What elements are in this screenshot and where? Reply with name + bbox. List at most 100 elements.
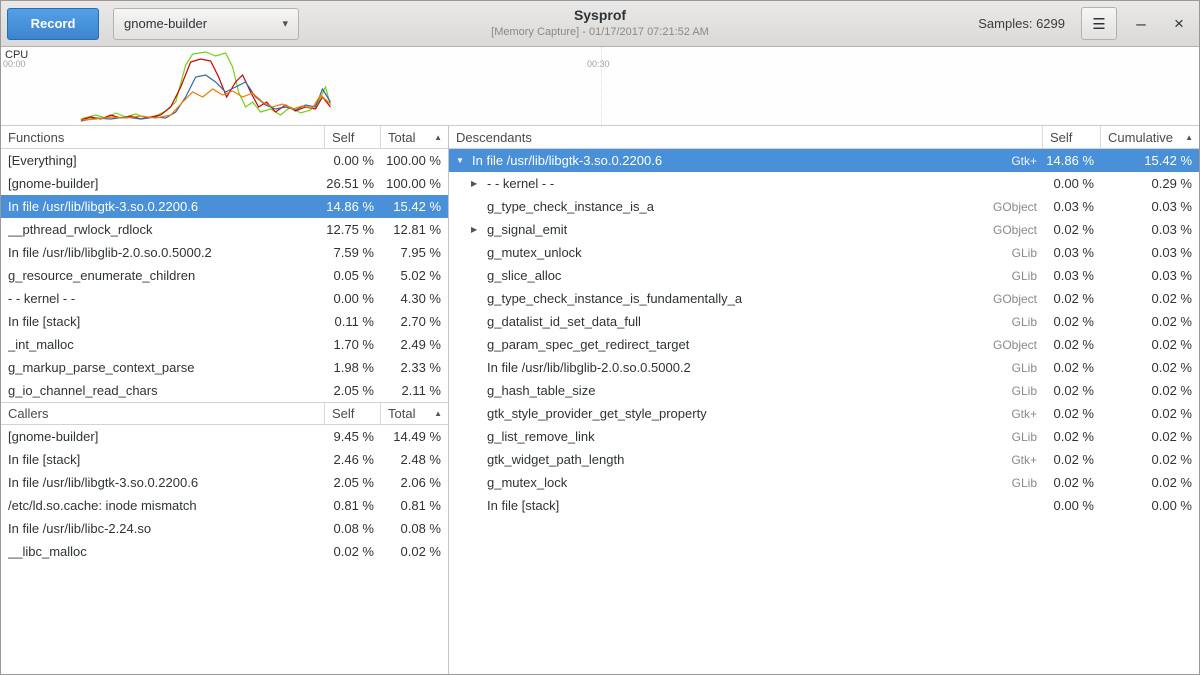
- function-self-percent: 12.75 %: [325, 222, 381, 237]
- descendant-row[interactable]: g_param_spec_get_redirect_target GObject…: [449, 333, 1199, 356]
- function-row[interactable]: __pthread_rwlock_rdlock 12.75 % 12.81 %: [1, 218, 448, 241]
- function-self-percent: 0.00 %: [325, 291, 381, 306]
- function-name-cell: In file /usr/lib/libglib-2.0.so.0.5000.2: [1, 245, 325, 260]
- descendant-name: - - kernel - -: [487, 176, 554, 191]
- function-row[interactable]: [Everything] 0.00 % 100.00 %: [1, 149, 448, 172]
- descendant-row[interactable]: ▼ In file /usr/lib/libgtk-3.so.0.2200.6 …: [449, 149, 1199, 172]
- caller-name: /etc/ld.so.cache: inode mismatch: [8, 498, 197, 513]
- function-total-percent: 5.02 %: [381, 268, 448, 283]
- descendant-row[interactable]: ▶ - - kernel - - 0.00 % 0.29 %: [449, 172, 1199, 195]
- descendant-category: GLib: [1002, 384, 1043, 398]
- menu-button[interactable]: ☰: [1081, 7, 1117, 40]
- function-name-cell: _int_malloc: [1, 337, 325, 352]
- caller-self-percent: 2.05 %: [325, 475, 381, 490]
- hamburger-menu-icon: ☰: [1092, 15, 1105, 33]
- descendants-column-header[interactable]: Descendants: [449, 126, 1043, 148]
- function-name: _int_malloc: [8, 337, 74, 352]
- caller-row[interactable]: In file [stack] 2.46 % 2.48 %: [1, 448, 448, 471]
- descendant-name: g_param_spec_get_redirect_target: [487, 337, 689, 352]
- cpu-usage-graph[interactable]: CPU 00:00 00:30: [1, 47, 1199, 126]
- descendant-row[interactable]: In file /usr/lib/libglib-2.0.so.0.5000.2…: [449, 356, 1199, 379]
- descendant-cumulative-percent: 0.00 %: [1101, 498, 1199, 513]
- callers-total-column-header[interactable]: Total ▲: [381, 403, 448, 424]
- function-row[interactable]: In file /usr/lib/libgtk-3.so.0.2200.6 14…: [1, 195, 448, 218]
- descendant-name: In file /usr/lib/libgtk-3.so.0.2200.6: [472, 153, 662, 168]
- descendant-name-cell: In file [stack]: [449, 498, 1043, 513]
- tree-expander-icon[interactable]: ▶: [471, 179, 487, 188]
- descendant-self-percent: 0.03 %: [1043, 268, 1101, 283]
- process-selector-dropdown[interactable]: gnome-builder ▾: [113, 8, 299, 40]
- descendants-self-column-header[interactable]: Self: [1043, 126, 1101, 148]
- function-name: g_markup_parse_context_parse: [8, 360, 194, 375]
- function-name-cell: g_resource_enumerate_children: [1, 268, 325, 283]
- functions-self-column-header[interactable]: Self: [325, 126, 381, 148]
- function-row[interactable]: _int_malloc 1.70 % 2.49 %: [1, 333, 448, 356]
- descendant-category: GLib: [1002, 269, 1043, 283]
- callers-column-header[interactable]: Callers: [1, 403, 325, 424]
- function-total-percent: 2.70 %: [381, 314, 448, 329]
- header-right-controls: Samples: 6299 ☰ – ×: [978, 7, 1193, 40]
- descendant-cumulative-percent: 0.02 %: [1101, 337, 1199, 352]
- descendant-row[interactable]: g_slice_alloc GLib 0.03 % 0.03 %: [449, 264, 1199, 287]
- descendant-row[interactable]: g_type_check_instance_is_a GObject 0.03 …: [449, 195, 1199, 218]
- functions-column-header[interactable]: Functions: [1, 126, 325, 148]
- descendant-row[interactable]: In file [stack] 0.00 % 0.00 %: [449, 494, 1199, 517]
- caller-name-cell: In file [stack]: [1, 452, 325, 467]
- function-row[interactable]: g_resource_enumerate_children 0.05 % 5.0…: [1, 264, 448, 287]
- function-name-cell: g_io_channel_read_chars: [1, 383, 325, 398]
- descendants-pane: Descendants Self Cumulative ▲ ▼ In file …: [449, 126, 1199, 674]
- descendant-row[interactable]: ▶ g_signal_emit GObject 0.02 % 0.03 %: [449, 218, 1199, 241]
- descendant-row[interactable]: gtk_widget_path_length Gtk+ 0.02 % 0.02 …: [449, 448, 1199, 471]
- descendant-name: gtk_style_provider_get_style_property: [487, 406, 707, 421]
- function-row[interactable]: g_io_channel_read_chars 2.05 % 2.11 %: [1, 379, 448, 402]
- function-self-percent: 0.05 %: [325, 268, 381, 283]
- caller-row[interactable]: In file /usr/lib/libc-2.24.so 0.08 % 0.0…: [1, 517, 448, 540]
- caller-row[interactable]: /etc/ld.so.cache: inode mismatch 0.81 % …: [1, 494, 448, 517]
- minimize-button[interactable]: –: [1127, 10, 1155, 38]
- descendants-rows: ▼ In file /usr/lib/libgtk-3.so.0.2200.6 …: [449, 149, 1199, 517]
- descendants-cumulative-column-header[interactable]: Cumulative ▲: [1101, 126, 1199, 148]
- close-button[interactable]: ×: [1165, 10, 1193, 38]
- function-total-percent: 7.95 %: [381, 245, 448, 260]
- descendant-row[interactable]: g_mutex_unlock GLib 0.03 % 0.03 %: [449, 241, 1199, 264]
- function-row[interactable]: g_markup_parse_context_parse 1.98 % 2.33…: [1, 356, 448, 379]
- descendant-row[interactable]: g_datalist_id_set_data_full GLib 0.02 % …: [449, 310, 1199, 333]
- caller-self-percent: 9.45 %: [325, 429, 381, 444]
- descendant-self-percent: 0.02 %: [1043, 429, 1101, 444]
- caller-row[interactable]: [gnome-builder] 9.45 % 14.49 %: [1, 425, 448, 448]
- header-bar: Record gnome-builder ▾ Sysprof [Memory C…: [1, 1, 1199, 47]
- caller-self-percent: 0.81 %: [325, 498, 381, 513]
- function-row[interactable]: - - kernel - - 0.00 % 4.30 %: [1, 287, 448, 310]
- descendant-row[interactable]: g_list_remove_link GLib 0.02 % 0.02 %: [449, 425, 1199, 448]
- caller-row[interactable]: In file /usr/lib/libgtk-3.so.0.2200.6 2.…: [1, 471, 448, 494]
- sysprof-window: Record gnome-builder ▾ Sysprof [Memory C…: [0, 0, 1200, 675]
- record-button[interactable]: Record: [7, 8, 99, 40]
- descendant-row[interactable]: g_hash_table_size GLib 0.02 % 0.02 %: [449, 379, 1199, 402]
- descendant-category: GLib: [1002, 476, 1043, 490]
- caller-row[interactable]: __libc_malloc 0.02 % 0.02 %: [1, 540, 448, 563]
- descendant-self-percent: 0.02 %: [1043, 222, 1101, 237]
- descendant-cumulative-percent: 0.29 %: [1101, 176, 1199, 191]
- function-total-percent: 2.11 %: [381, 383, 448, 398]
- function-name: [gnome-builder]: [8, 176, 98, 191]
- function-total-percent: 2.33 %: [381, 360, 448, 375]
- descendant-name-cell: g_hash_table_size GLib: [449, 383, 1043, 398]
- function-row[interactable]: In file [stack] 0.11 % 2.70 %: [1, 310, 448, 333]
- function-total-percent: 100.00 %: [381, 153, 448, 168]
- function-row[interactable]: [gnome-builder] 26.51 % 100.00 %: [1, 172, 448, 195]
- function-name: __pthread_rwlock_rdlock: [8, 222, 153, 237]
- caller-total-percent: 0.81 %: [381, 498, 448, 513]
- descendant-name: g_mutex_unlock: [487, 245, 582, 260]
- function-row[interactable]: In file /usr/lib/libglib-2.0.so.0.5000.2…: [1, 241, 448, 264]
- function-self-percent: 0.11 %: [325, 314, 381, 329]
- caller-name: In file /usr/lib/libc-2.24.so: [8, 521, 151, 536]
- functions-total-column-header[interactable]: Total ▲: [381, 126, 448, 148]
- descendant-row[interactable]: gtk_style_provider_get_style_property Gt…: [449, 402, 1199, 425]
- tree-expander-icon[interactable]: ▶: [471, 225, 487, 234]
- function-name-cell: - - kernel - -: [1, 291, 325, 306]
- function-name-cell: [gnome-builder]: [1, 176, 325, 191]
- descendant-row[interactable]: g_mutex_lock GLib 0.02 % 0.02 %: [449, 471, 1199, 494]
- descendant-row[interactable]: g_type_check_instance_is_fundamentally_a…: [449, 287, 1199, 310]
- tree-expander-icon[interactable]: ▼: [456, 156, 472, 165]
- callers-self-column-header[interactable]: Self: [325, 403, 381, 424]
